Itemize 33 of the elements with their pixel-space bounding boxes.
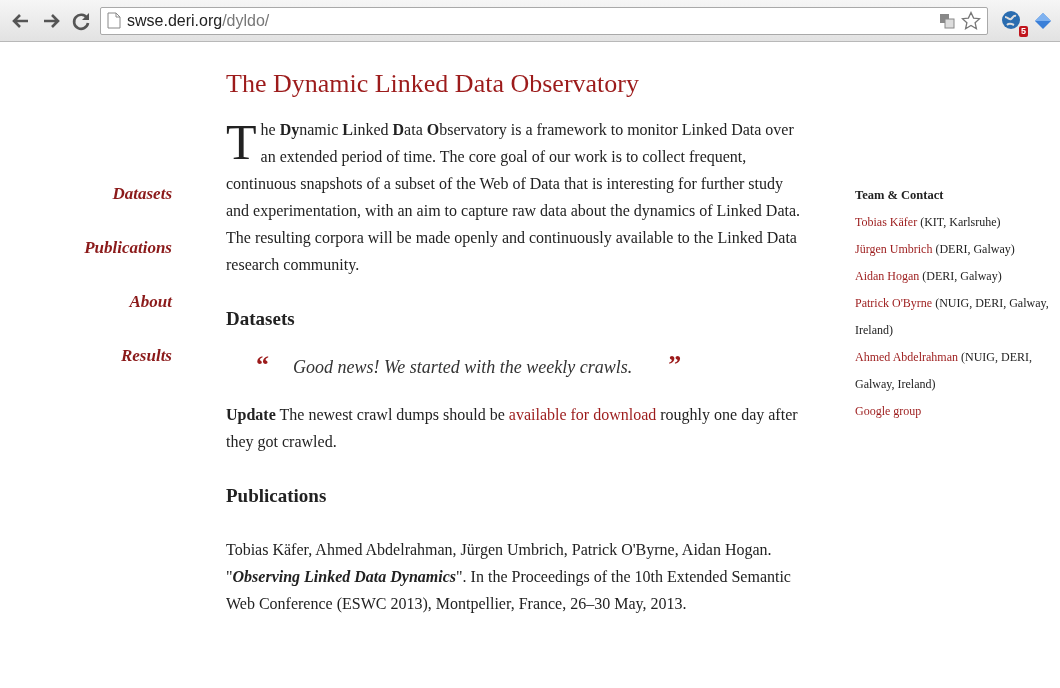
nav-link[interactable]: Datasets — [112, 182, 172, 206]
section-heading: Datasets — [226, 307, 296, 331]
contact-entry: Patrick O'Byrne (NUIG, DERI, Galway, Ireland) — [855, 295, 1050, 339]
sidebar-heading: Team & Contact — [855, 187, 945, 204]
contact-link[interactable]: Patrick O'Byrne — [855, 296, 933, 310]
authors-text: Tobias Käfer, Ahmed Abdelrahman, Jürgen Umbrich, Patrick O'Byrne, Aidan Hogan. — [226, 540, 773, 561]
quote-mark: “ — [256, 350, 269, 380]
contact-entry: Jürgen Umbrich (DERI, Galway) — [855, 241, 1016, 258]
url-path: /dyldo/ — [222, 11, 270, 30]
download-link[interactable]: available for download — [508, 406, 657, 423]
star-icon[interactable] — [961, 10, 981, 31]
notification-badge: 5 — [1019, 25, 1028, 37]
contact-entry: Tobias Käfer (KIT, Karlsruhe) — [855, 214, 1002, 231]
group-link[interactable]: Google group — [855, 404, 922, 418]
citation-text: "Observing Linked Data Dynamics". In the Proceedings of the 10th Extended Semantic Web Conference (ESWC 2013), Montpellier, France, 26–30 May, 2013. — [226, 567, 792, 615]
translate-icon[interactable] — [939, 12, 955, 29]
quote-mark: ” — [668, 350, 682, 380]
nav-link[interactable]: About — [129, 290, 172, 314]
address-bar[interactable]: swse.deri.org/dyldo/ — [100, 6, 988, 35]
page-icon — [107, 12, 121, 29]
quote-text: Good news! We started with the weekly crawls. — [293, 356, 633, 379]
contact-link[interactable]: Aidan Hogan — [855, 269, 920, 283]
url-host: swse.deri.org — [127, 11, 223, 30]
nav-link[interactable]: Results — [120, 344, 172, 368]
contact-entry: Aidan Hogan (DERI, Galway) — [855, 268, 1003, 285]
contact-link[interactable]: Tobias Käfer — [855, 215, 918, 229]
contact-link[interactable]: Jürgen Umbrich — [855, 242, 933, 256]
update-paragraph: Update The newest crawl dumps should be available for download roughly one day after they got crawled. — [226, 405, 799, 453]
section-heading: Publications — [226, 484, 328, 508]
contact-entry: Ahmed Abdelrahman (NUIG, DERI, Galway, Ireland) — [855, 349, 1033, 393]
nav-link[interactable]: Publications — [84, 236, 172, 260]
contact-link[interactable]: Ahmed Abdelrahman — [855, 350, 958, 364]
page-title: The Dynamic Linked Data Observatory — [226, 68, 640, 100]
